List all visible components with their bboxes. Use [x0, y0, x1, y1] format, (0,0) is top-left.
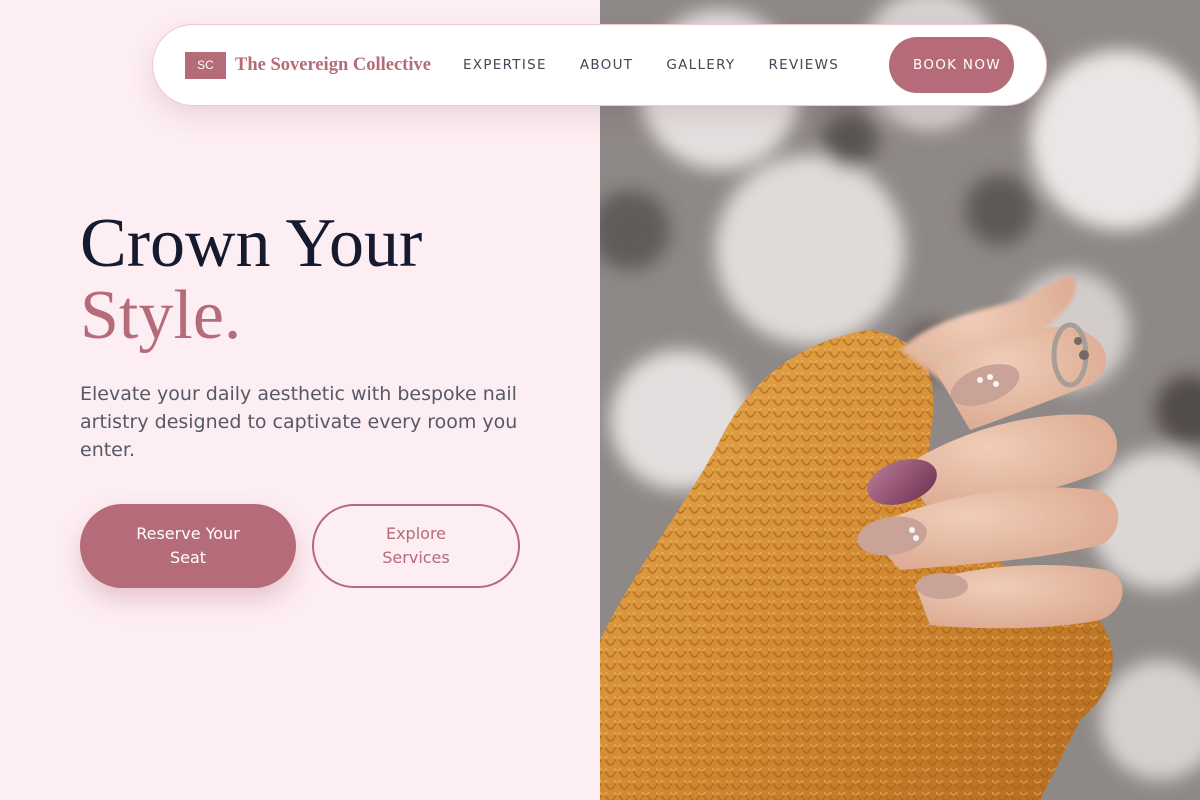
hero-image [600, 0, 1200, 800]
headline-line-2: Style. [80, 277, 242, 354]
nav-link-about[interactable]: ABOUT [580, 57, 634, 73]
hero-left-panel: Crown Your Style. Elevate your daily aes… [0, 0, 600, 800]
nav-link-reviews[interactable]: REVIEWS [768, 57, 839, 73]
reserve-seat-button[interactable]: Reserve Your Seat [80, 504, 296, 588]
hand-sweater-illustration [600, 0, 1200, 800]
page: Crown Your Style. Elevate your daily aes… [0, 0, 1200, 800]
nav-link-gallery[interactable]: GALLERY [666, 57, 735, 73]
headline-line-1: Crown Your [80, 205, 423, 282]
brand-logo-mark: SC [185, 51, 226, 79]
nav-link-expertise[interactable]: EXPERTISE [463, 57, 547, 73]
top-navigation-bar: SC The Sovereign Collective EXPERTISE AB… [152, 24, 1047, 106]
hero-headline: Crown Your Style. [80, 208, 422, 352]
hero-subtext: Elevate your daily aesthetic with bespok… [80, 383, 518, 461]
brand[interactable]: SC The Sovereign Collective [185, 51, 431, 79]
explore-services-button[interactable]: Explore Services [312, 504, 520, 588]
brand-name: The Sovereign Collective [235, 54, 431, 75]
nav-links: EXPERTISE ABOUT GALLERY REVIEWS [463, 57, 839, 73]
book-now-button[interactable]: BOOK NOW [889, 37, 1014, 93]
